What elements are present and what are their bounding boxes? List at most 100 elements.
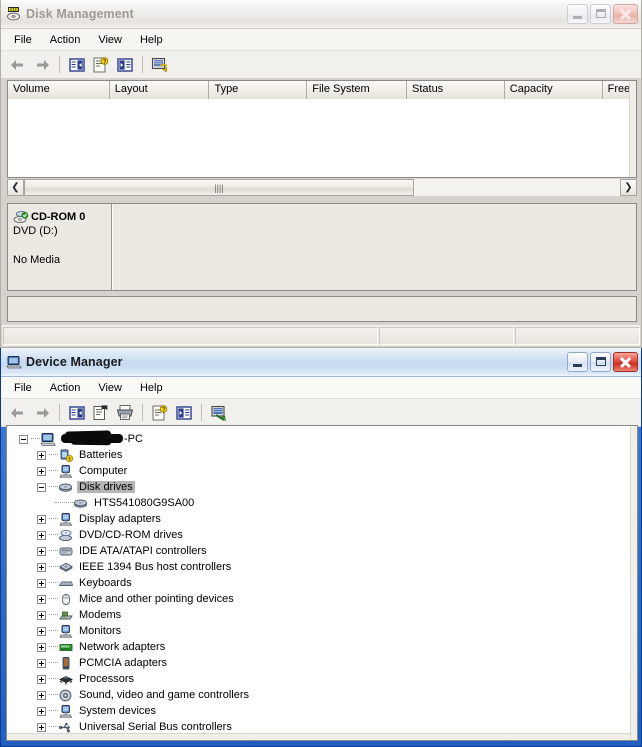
expander-plus-icon[interactable] xyxy=(37,466,46,476)
tree-node-ide-ata-atapi-controllers[interactable]: IDE ATA/ATAPI controllers xyxy=(7,543,637,559)
menu-help[interactable]: Help xyxy=(131,32,172,48)
device-tree[interactable]: -PC Batteries Computer Disk drives HTS54… xyxy=(6,425,638,741)
disk-management-maximize-button[interactable] xyxy=(590,4,611,24)
show-hide-console-tree-button[interactable] xyxy=(66,402,88,424)
scan-for-hardware-changes-button[interactable] xyxy=(208,402,230,424)
column-layout[interactable]: Layout xyxy=(109,81,210,99)
menu-file[interactable]: File xyxy=(5,380,41,396)
expander-plus-icon[interactable] xyxy=(37,706,46,716)
tree-connector xyxy=(49,630,58,632)
device-manager-minimize-button[interactable] xyxy=(567,352,588,372)
tree-node-batteries[interactable]: Batteries xyxy=(7,447,637,463)
tree-node-pcmcia-adapters[interactable]: PCMCIA adapters xyxy=(7,655,637,671)
tree-node-modems[interactable]: Modems xyxy=(7,607,637,623)
expander-plus-icon[interactable] xyxy=(37,642,46,652)
scroll-right-button[interactable]: ❯ xyxy=(620,179,637,196)
column-status[interactable]: Status xyxy=(407,81,505,99)
device-tree-vertical-scrollbar[interactable] xyxy=(630,426,637,740)
tree-node-system-devices[interactable]: System devices xyxy=(7,703,637,719)
device-manager-window-buttons[interactable] xyxy=(567,352,638,372)
expander-plus-icon[interactable] xyxy=(37,450,46,460)
expander-minus-icon[interactable] xyxy=(19,434,28,444)
menu-action[interactable]: Action xyxy=(41,380,90,396)
scroll-track[interactable]: |||| xyxy=(24,179,620,196)
expander-plus-icon[interactable] xyxy=(37,722,46,732)
disk-management-close-button[interactable] xyxy=(613,4,638,24)
disk-graphical-view[interactable]: CD-ROM 0 DVD (D:) No Media xyxy=(7,203,637,291)
device-tree-horizontal-scrollbar[interactable] xyxy=(7,733,637,740)
menu-view[interactable]: View xyxy=(89,380,131,396)
tree-node-sound-video-and-game-controllers[interactable]: Sound, video and game controllers xyxy=(7,687,637,703)
forward-button[interactable] xyxy=(31,54,53,76)
disk-partitions-area[interactable] xyxy=(112,204,636,290)
column-file-system[interactable]: File System xyxy=(307,81,407,99)
expander-plus-icon[interactable] xyxy=(37,546,46,556)
menu-action[interactable]: Action xyxy=(41,32,90,48)
disk-management-window[interactable]: Disk Management File Action View Help Vo… xyxy=(0,0,642,348)
volume-list-body[interactable] xyxy=(8,99,630,177)
scroll-thumb[interactable]: |||| xyxy=(24,179,414,196)
column-volume[interactable]: Volume xyxy=(8,81,110,99)
help-button[interactable] xyxy=(149,402,171,424)
modem-icon xyxy=(58,608,74,623)
forward-button[interactable] xyxy=(31,402,53,424)
disk-management-toolbar[interactable] xyxy=(1,51,641,79)
tree-item-label: Display adapters xyxy=(79,513,161,525)
back-button[interactable] xyxy=(7,402,29,424)
tree-node-processors[interactable]: Processors xyxy=(7,671,637,687)
expander-plus-icon[interactable] xyxy=(37,658,46,668)
device-manager-close-button[interactable] xyxy=(613,352,638,372)
disk-label-cdrom0[interactable]: CD-ROM 0 DVD (D:) No Media xyxy=(8,204,112,290)
scroll-left-button[interactable]: ❮ xyxy=(7,179,24,196)
tree-node-keyboards[interactable]: Keyboards xyxy=(7,575,637,591)
expander-plus-icon[interactable] xyxy=(37,626,46,636)
disk-management-titlebar[interactable]: Disk Management xyxy=(1,0,641,29)
tree-node-computer[interactable]: Computer xyxy=(7,463,637,479)
expander-plus-icon[interactable] xyxy=(37,578,46,588)
show-hide-action-pane-button[interactable] xyxy=(173,402,195,424)
expander-plus-icon[interactable] xyxy=(37,690,46,700)
device-manager-window[interactable]: Device Manager File Action View Help -PC… xyxy=(0,348,642,747)
print-button[interactable] xyxy=(114,402,136,424)
column-capacity[interactable]: Capacity xyxy=(504,81,603,99)
menu-file[interactable]: File xyxy=(5,32,41,48)
tree-node-display-adapters[interactable]: Display adapters xyxy=(7,511,637,527)
tree-node-disk-drives[interactable]: Disk drives xyxy=(7,479,637,495)
tree-node-mice-and-other-pointing-devices[interactable]: Mice and other pointing devices xyxy=(7,591,637,607)
tree-node-root[interactable]: -PC xyxy=(7,431,637,447)
tree-node-ieee-1394-bus-host-controllers[interactable]: IEEE 1394 Bus host controllers xyxy=(7,559,637,575)
disk-management-minimize-button[interactable] xyxy=(567,4,588,24)
menu-view[interactable]: View xyxy=(89,32,131,48)
expander-plus-icon[interactable] xyxy=(37,594,46,604)
expander-plus-icon[interactable] xyxy=(37,562,46,572)
device-manager-menubar[interactable]: File Action View Help xyxy=(1,377,641,399)
back-button[interactable] xyxy=(7,54,29,76)
properties-button[interactable] xyxy=(90,402,112,424)
expander-plus-icon[interactable] xyxy=(37,610,46,620)
volume-list[interactable]: Volume Layout Type File System Status Ca… xyxy=(7,80,637,178)
rescan-disks-button[interactable] xyxy=(149,54,171,76)
tree-node-network-adapters[interactable]: Network adapters xyxy=(7,639,637,655)
expander-minus-icon[interactable] xyxy=(37,482,46,492)
tree-node-disk-hts541080g9sa00[interactable]: HTS541080G9SA00 xyxy=(7,495,637,511)
volume-list-horizontal-scrollbar[interactable]: ❮ |||| ❯ xyxy=(7,178,637,196)
cdrom-drive-icon xyxy=(58,528,74,543)
tree-node-dvd-cdrom-drives[interactable]: DVD/CD-ROM drives xyxy=(7,527,637,543)
disk-management-menubar[interactable]: File Action View Help xyxy=(1,29,641,51)
tree-node-monitors[interactable]: Monitors xyxy=(7,623,637,639)
expander-plus-icon[interactable] xyxy=(37,514,46,524)
device-manager-titlebar[interactable]: Device Manager xyxy=(1,348,641,377)
battery-icon xyxy=(58,448,74,463)
device-manager-toolbar[interactable] xyxy=(1,399,641,427)
show-hide-console-tree-button[interactable] xyxy=(66,54,88,76)
menu-help[interactable]: Help xyxy=(131,380,172,396)
volume-list-vertical-scrollbar[interactable] xyxy=(629,81,636,177)
expander-plus-icon[interactable] xyxy=(37,674,46,684)
properties-button[interactable] xyxy=(90,54,112,76)
column-type[interactable]: Type xyxy=(209,81,308,99)
show-hide-action-pane-button[interactable] xyxy=(114,54,136,76)
disk-management-window-buttons[interactable] xyxy=(567,4,638,24)
volume-list-header[interactable]: Volume Layout Type File System Status Ca… xyxy=(8,81,636,100)
device-manager-maximize-button[interactable] xyxy=(590,352,611,372)
expander-plus-icon[interactable] xyxy=(37,530,46,540)
